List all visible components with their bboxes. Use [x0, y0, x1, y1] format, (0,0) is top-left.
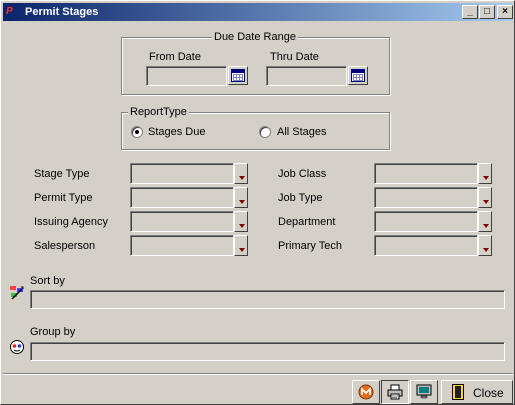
- preview-button[interactable]: [410, 380, 438, 404]
- printer-icon: [387, 384, 403, 400]
- permit-type-label: Permit Type: [34, 192, 93, 204]
- maximize-icon: □: [483, 6, 491, 17]
- salesperson-dropdown-button[interactable]: [234, 235, 248, 256]
- thru-date-input[interactable]: [266, 66, 347, 86]
- thru-date-label: Thru Date: [270, 51, 319, 63]
- issuing-agency-select[interactable]: [130, 211, 234, 232]
- department-select[interactable]: [374, 211, 478, 232]
- group-by-label: Group by: [30, 326, 76, 338]
- all-stages-radio[interactable]: [259, 126, 271, 138]
- title-bar[interactable]: P Permit Stages _ □ ×: [3, 3, 513, 21]
- job-class-dropdown-button[interactable]: [478, 163, 492, 184]
- primary-tech-label: Primary Tech: [278, 240, 342, 252]
- stage-type-select[interactable]: [130, 163, 234, 184]
- monitor-icon: [416, 384, 432, 399]
- issuing-agency-dropdown-button[interactable]: [234, 211, 248, 232]
- all-stages-label[interactable]: All Stages: [277, 125, 327, 139]
- close-button[interactable]: Close: [441, 380, 513, 404]
- permit-type-select[interactable]: [130, 187, 234, 208]
- stage-type-dropdown-button[interactable]: [234, 163, 248, 184]
- sort-icon[interactable]: [9, 285, 25, 301]
- salesperson-select[interactable]: [130, 235, 234, 256]
- report-type-legend: ReportType: [128, 105, 189, 119]
- window-title: Permit Stages: [25, 6, 99, 18]
- permit-type-dropdown-button[interactable]: [234, 187, 248, 208]
- print-button[interactable]: [381, 380, 409, 404]
- merge-button[interactable]: [352, 380, 380, 404]
- minimize-icon: _: [467, 6, 473, 17]
- primary-tech-select[interactable]: [374, 235, 478, 256]
- job-type-select[interactable]: [374, 187, 478, 208]
- department-label: Department: [278, 216, 336, 228]
- from-date-input[interactable]: [146, 66, 227, 86]
- from-date-label: From Date: [149, 51, 201, 63]
- primary-tech-dropdown-button[interactable]: [478, 235, 492, 256]
- minimize-button[interactable]: _: [462, 5, 478, 19]
- stages-due-label[interactable]: Stages Due: [148, 125, 205, 139]
- department-dropdown-button[interactable]: [478, 211, 492, 232]
- from-date-calendar-button[interactable]: [228, 66, 248, 85]
- permit-stages-window: P Permit Stages _ □ × Due Date Range Fro…: [0, 0, 515, 405]
- maximize-button[interactable]: □: [479, 5, 495, 19]
- calendar-icon: [231, 69, 245, 82]
- job-type-label: Job Type: [278, 192, 323, 204]
- sort-by-label: Sort by: [30, 275, 65, 287]
- close-window-button[interactable]: ×: [497, 5, 513, 19]
- thru-date-calendar-button[interactable]: [348, 66, 368, 85]
- group-icon[interactable]: [9, 339, 25, 355]
- job-type-dropdown-button[interactable]: [478, 187, 492, 208]
- close-icon: ×: [502, 6, 508, 17]
- issuing-agency-label: Issuing Agency: [34, 216, 108, 228]
- job-class-label: Job Class: [278, 168, 327, 180]
- permit-app-icon[interactable]: P: [6, 5, 20, 19]
- door-icon: [452, 384, 464, 400]
- sort-by-input[interactable]: [30, 290, 505, 309]
- calendar-icon: [351, 69, 365, 82]
- salesperson-label: Salesperson: [34, 240, 96, 252]
- merge-icon: [358, 384, 374, 400]
- due-date-range-legend: Due Date Range: [212, 30, 298, 44]
- stages-due-radio[interactable]: [131, 126, 143, 138]
- bottom-divider: [3, 373, 513, 375]
- job-class-select[interactable]: [374, 163, 478, 184]
- close-button-label: Close: [473, 386, 504, 400]
- stage-type-label: Stage Type: [34, 168, 90, 180]
- group-by-input[interactable]: [30, 342, 505, 361]
